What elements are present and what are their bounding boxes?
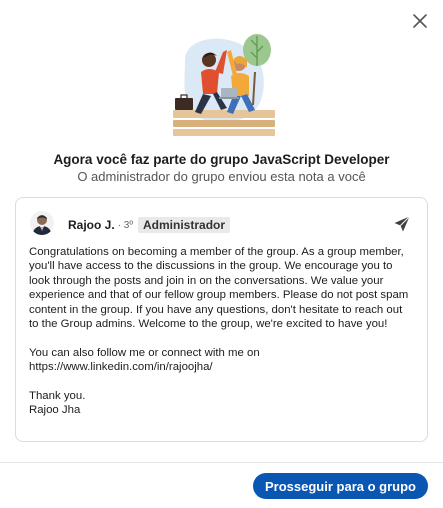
note-message: Congratulations on becoming a member of … xyxy=(29,245,414,418)
role-badge: Administrador xyxy=(138,217,231,233)
group-welcome-modal: Agora você faz parte do grupo JavaScript… xyxy=(0,0,443,508)
high-five-illustration xyxy=(165,30,281,142)
close-button[interactable] xyxy=(409,10,431,32)
continue-to-group-button[interactable]: Prosseguir para o grupo xyxy=(253,473,428,499)
close-icon xyxy=(413,14,427,28)
note-paragraph-signature: Rajoo Jha xyxy=(29,404,81,417)
avatar[interactable] xyxy=(30,211,54,235)
footer-divider xyxy=(0,462,443,463)
note-author: Rajoo J. · 3º Administrador xyxy=(68,217,231,233)
send-message-button[interactable] xyxy=(393,215,411,233)
modal-subheading: O administrador do grupo enviou esta not… xyxy=(77,169,366,184)
connection-degree: · 3º xyxy=(117,219,134,231)
note-paragraph-thanks: Thank you. xyxy=(29,390,86,403)
note-paragraph-follow: You can also follow me or connect with m… xyxy=(29,346,260,374)
modal-heading: Agora você faz parte do grupo JavaScript… xyxy=(53,152,390,167)
admin-note-card: Rajoo J. · 3º Administrador Congratulati… xyxy=(15,197,428,442)
author-name[interactable]: Rajoo J. xyxy=(68,218,115,232)
send-icon xyxy=(394,216,410,232)
note-paragraph-welcome: Congratulations on becoming a member of … xyxy=(29,246,409,331)
